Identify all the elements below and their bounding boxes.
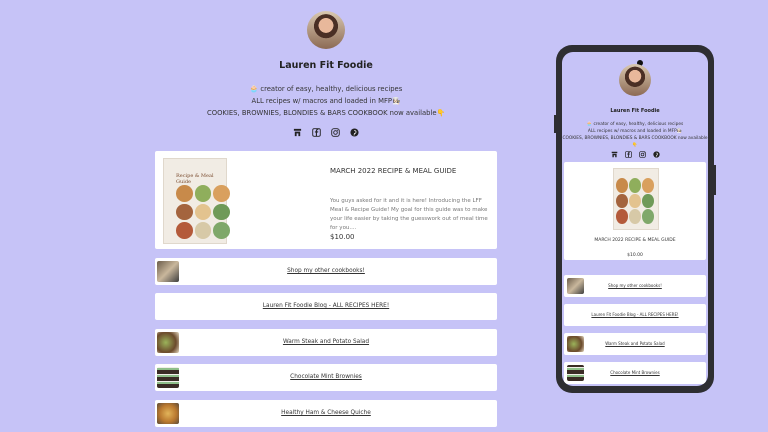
pinterest-icon[interactable] [652,151,660,158]
link-label[interactable]: Chocolate Mint Brownies [155,364,497,391]
food-collage [176,185,230,239]
facebook-icon[interactable] [624,151,632,158]
bio-line: ALL recipes w/ macros and loaded in MFP👩… [251,97,401,105]
social-icons [562,151,708,158]
bio-line: 🧁 creator of easy, healthy, delicious re… [249,85,403,93]
food-collage [616,178,654,224]
link-label[interactable]: Lauren Fit Foodie Blog - ALL RECIPES HER… [564,304,706,326]
phone-mockup: Lauren Fit Foodie 🧁 creator of easy, hea… [554,45,716,393]
store-icon[interactable] [611,151,618,158]
avatar [307,11,345,49]
product-description: You guys asked for it and it is here! In… [330,198,488,231]
link-label[interactable]: Healthy Ham & Cheese Quiche [155,400,497,427]
featured-product-card[interactable]: Recipe & Meal Guide MARCH 2022 RECIPE & … [155,151,497,249]
profile-bio: 🧁 creator of easy, healthy, delicious re… [562,121,708,149]
product-price: $10.00 [627,253,643,258]
link-label[interactable]: Shop my other cookbooks! [564,275,706,297]
link-card[interactable]: Lauren Fit Foodie Blog - ALL RECIPES HER… [155,293,497,320]
link-label[interactable]: Shop my other cookbooks! [155,258,497,285]
guide-cover-image: Recipe & Meal Guide [163,158,230,244]
featured-product-card[interactable]: MARCH 2022 RECIPE & MEAL GUIDE $10.00 [564,162,706,260]
profile-name: Lauren Fit Foodie [279,60,373,71]
pinterest-icon[interactable] [350,128,359,137]
link-card[interactable]: Lauren Fit Foodie Blog - ALL RECIPES HER… [564,304,706,326]
link-label[interactable]: Warm Steak and Potato Salad [155,329,497,356]
cover-title: Recipe & Meal Guide [176,173,214,185]
instagram-icon[interactable] [331,128,340,137]
link-label[interactable]: Lauren Fit Foodie Blog - ALL RECIPES HER… [155,293,497,320]
social-icons [155,128,497,137]
bio-line: COOKIES, BROWNIES, BLONDIES & BARS COOKB… [562,136,708,148]
phone-side-button [554,115,556,133]
phone-screen: Lauren Fit Foodie 🧁 creator of easy, hea… [562,52,708,386]
store-icon[interactable] [293,128,302,137]
bio-line: COOKIES, BROWNIES, BLONDIES & BARS COOKB… [206,109,446,117]
link-label[interactable]: Chocolate Mint Brownies [564,362,706,384]
product-price: $10.00 [330,233,355,241]
product-title[interactable]: MARCH 2022 RECIPE & MEAL GUIDE [564,238,706,243]
bio-line: 🧁 creator of easy, healthy, delicious re… [586,122,684,127]
link-card[interactable]: Shop my other cookbooks! [564,275,706,297]
avatar [619,64,651,96]
bio-line: ALL recipes w/ macros and loaded in MFP👩… [587,129,683,134]
phone-side-button [714,165,716,195]
link-card[interactable]: Chocolate Mint Brownies [564,362,706,384]
link-label[interactable]: Warm Steak and Potato Salad [564,333,706,355]
link-card[interactable]: Chocolate Mint Brownies [155,364,497,391]
link-card[interactable]: Shop my other cookbooks! [155,258,497,285]
link-card[interactable]: Healthy Ham & Cheese Quiche [155,400,497,427]
product-title[interactable]: MARCH 2022 RECIPE & MEAL GUIDE [330,167,456,175]
facebook-icon[interactable] [312,128,321,137]
instagram-icon[interactable] [638,151,646,158]
profile-name: Lauren Fit Foodie [610,108,660,114]
profile-bio: 🧁 creator of easy, healthy, delicious re… [155,83,497,119]
link-card[interactable]: Warm Steak and Potato Salad [564,333,706,355]
link-card[interactable]: Warm Steak and Potato Salad [155,329,497,356]
